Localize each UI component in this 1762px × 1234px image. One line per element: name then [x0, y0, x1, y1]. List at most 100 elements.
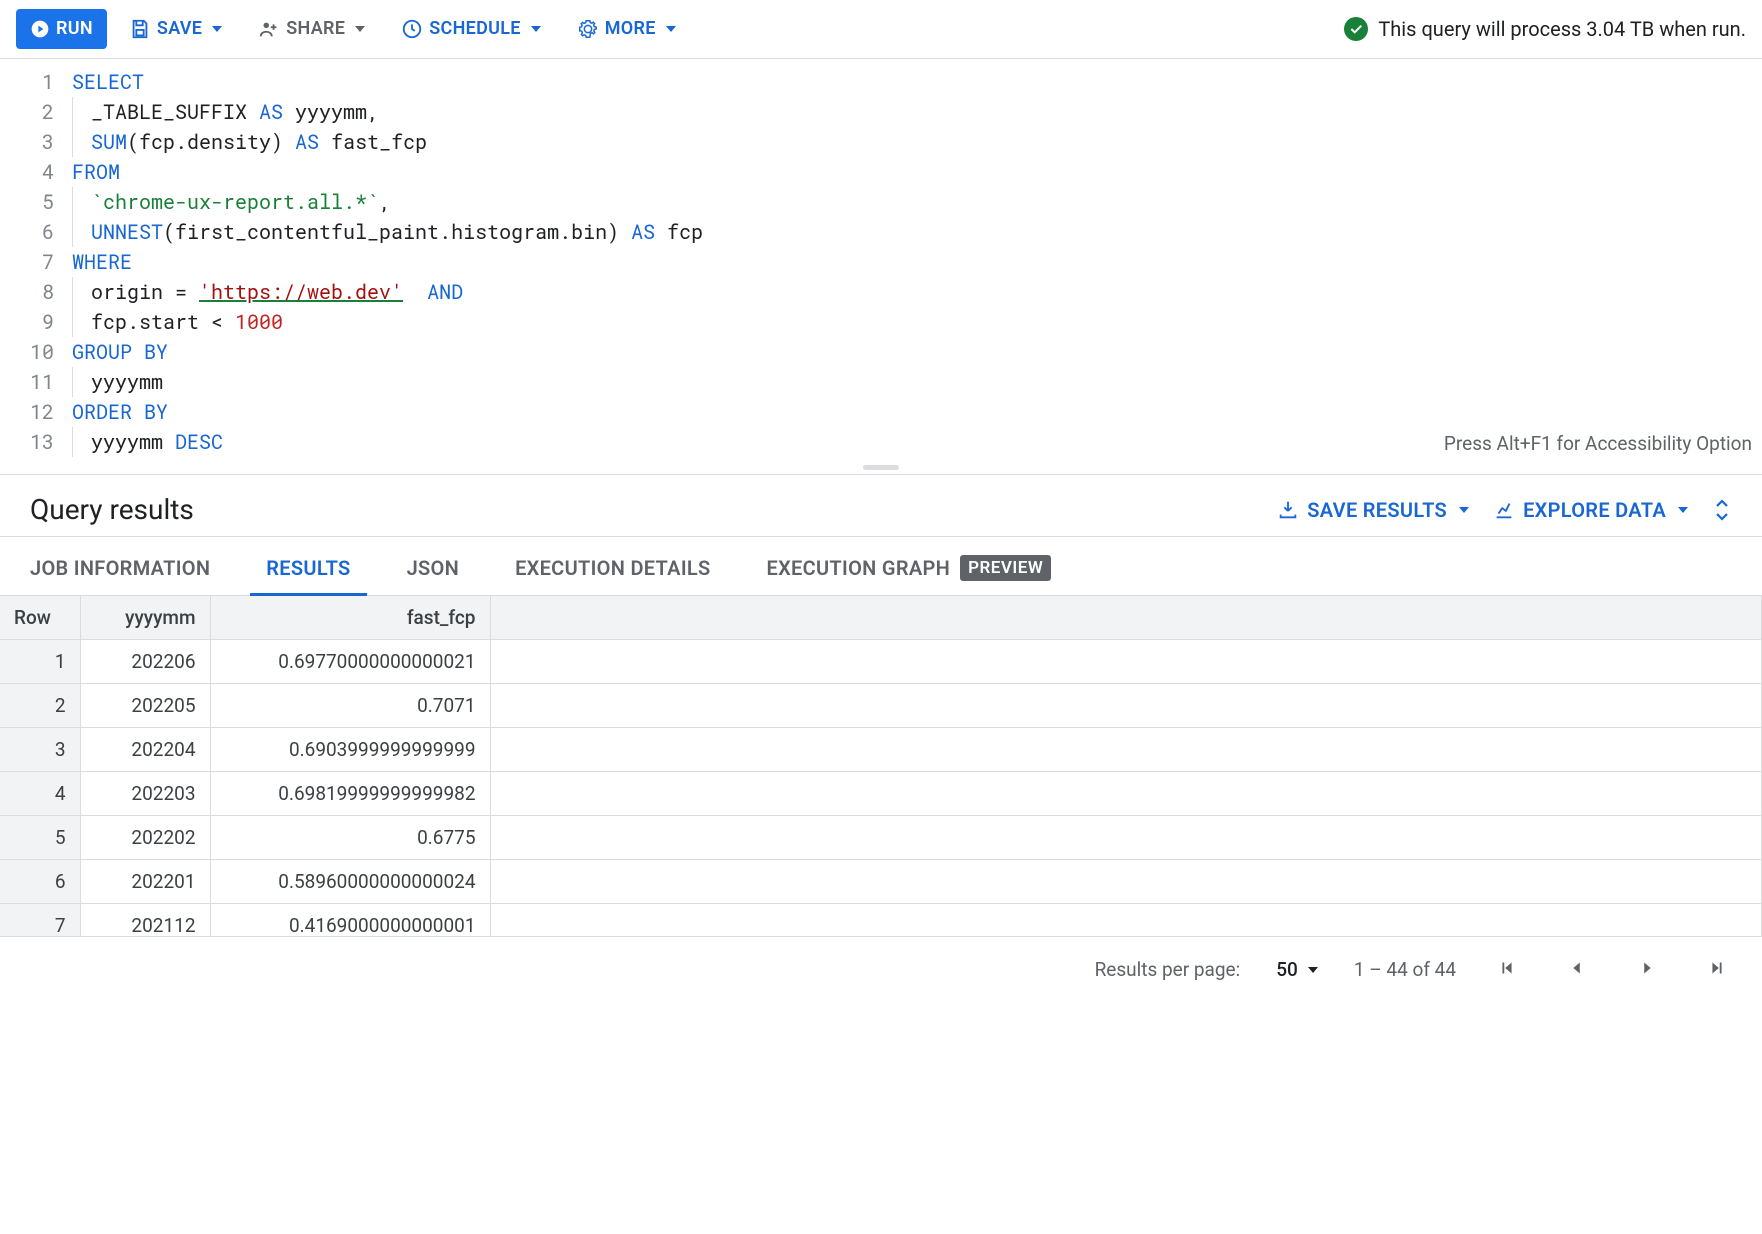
- save-label: SAVE: [157, 20, 202, 38]
- sql-editor[interactable]: 1SELECT2_TABLE_SUFFIX AS yyyymm,3SUM(fcp…: [0, 59, 1762, 461]
- play-icon: [30, 19, 50, 39]
- cell-yyyymm: 202202: [80, 816, 210, 860]
- dropdown-icon: [1308, 967, 1318, 973]
- cell-empty: [490, 684, 1762, 728]
- line-number: 7: [0, 247, 72, 277]
- line-number: 12: [0, 397, 72, 427]
- cell-yyyymm: 202206: [80, 640, 210, 684]
- explore-data-button[interactable]: EXPLORE DATA: [1493, 498, 1688, 522]
- code-content[interactable]: GROUP BY: [72, 337, 168, 367]
- cell-empty: [490, 772, 1762, 816]
- cell-row: 3: [0, 728, 80, 772]
- tab-job-information[interactable]: JOB INFORMATION: [30, 537, 210, 595]
- table-row[interactable]: 42022030.69819999999999982: [0, 772, 1762, 816]
- tab-results[interactable]: RESULTS: [266, 537, 350, 595]
- tab-execution-details[interactable]: EXECUTION DETAILS: [515, 537, 710, 595]
- cell-empty: [490, 640, 1762, 684]
- line-number: 10: [0, 337, 72, 367]
- last-page-button[interactable]: [1702, 953, 1732, 986]
- results-table-wrap[interactable]: Row yyyymm fast_fcp 12022060.69770000000…: [0, 596, 1762, 936]
- code-content[interactable]: WHERE: [72, 247, 132, 277]
- resize-handle[interactable]: [0, 461, 1762, 475]
- cell-empty: [490, 816, 1762, 860]
- editor-line[interactable]: 10GROUP BY: [0, 337, 1762, 367]
- dropdown-icon: [1459, 507, 1469, 513]
- code-content[interactable]: FROM: [72, 157, 120, 187]
- schedule-button[interactable]: SCHEDULE: [387, 8, 554, 50]
- page-size-value: 50: [1276, 958, 1298, 981]
- dropdown-icon: [355, 26, 365, 32]
- col-empty: [490, 596, 1762, 640]
- more-label: MORE: [605, 20, 656, 38]
- results-tabs: JOB INFORMATION RESULTS JSON EXECUTION D…: [0, 537, 1762, 596]
- table-row[interactable]: 12022060.69770000000000021: [0, 640, 1762, 684]
- editor-line[interactable]: 1SELECT: [0, 67, 1762, 97]
- share-button[interactable]: SHARE: [244, 8, 379, 50]
- line-number: 5: [0, 187, 72, 217]
- editor-line[interactable]: 12ORDER BY: [0, 397, 1762, 427]
- editor-line[interactable]: 6UNNEST(first_contentful_paint.histogram…: [0, 217, 1762, 247]
- editor-line[interactable]: 4FROM: [0, 157, 1762, 187]
- cell-row: 5: [0, 816, 80, 860]
- code-content[interactable]: SELECT: [72, 67, 144, 97]
- code-content[interactable]: SUM(fcp.density) AS fast_fcp: [72, 127, 427, 157]
- code-content[interactable]: fcp.start < 1000: [72, 307, 283, 337]
- accessibility-hint: Press Alt+F1 for Accessibility Option: [1444, 429, 1752, 459]
- page-size-select[interactable]: 50: [1276, 958, 1318, 981]
- first-page-button[interactable]: [1492, 953, 1522, 986]
- editor-line[interactable]: 5`chrome-ux-report.all.*`,: [0, 187, 1762, 217]
- cell-fast-fcp: 0.58960000000000024: [210, 860, 490, 904]
- save-button[interactable]: SAVE: [115, 8, 236, 50]
- cell-row: 1: [0, 640, 80, 684]
- editor-line[interactable]: 9fcp.start < 1000: [0, 307, 1762, 337]
- code-content[interactable]: yyyymm: [72, 367, 163, 397]
- table-row[interactable]: 62022010.58960000000000024: [0, 860, 1762, 904]
- tab-execution-graph[interactable]: EXECUTION GRAPH PREVIEW: [767, 537, 1052, 595]
- code-content[interactable]: UNNEST(first_contentful_paint.histogram.…: [72, 217, 703, 247]
- cell-row: 4: [0, 772, 80, 816]
- line-number: 9: [0, 307, 72, 337]
- more-button[interactable]: MORE: [563, 8, 690, 50]
- prev-page-button[interactable]: [1562, 953, 1592, 986]
- pager-label: Results per page:: [1095, 958, 1241, 981]
- tab-json[interactable]: JSON: [407, 537, 460, 595]
- line-number: 8: [0, 277, 72, 307]
- table-row[interactable]: 72021120.4169000000000001: [0, 904, 1762, 937]
- cell-row: 6: [0, 860, 80, 904]
- pager-range: 1 – 44 of 44: [1354, 958, 1456, 981]
- editor-line[interactable]: 7WHERE: [0, 247, 1762, 277]
- check-icon: [1344, 17, 1368, 41]
- share-label: SHARE: [286, 20, 345, 38]
- col-row[interactable]: Row: [0, 596, 80, 640]
- schedule-icon: [401, 18, 423, 40]
- cell-yyyymm: 202201: [80, 860, 210, 904]
- col-yyyymm[interactable]: yyyymm: [80, 596, 210, 640]
- save-results-button[interactable]: SAVE RESULTS: [1277, 498, 1469, 522]
- editor-line[interactable]: 11yyyymm: [0, 367, 1762, 397]
- code-content[interactable]: _TABLE_SUFFIX AS yyyymm,: [72, 97, 379, 127]
- code-content[interactable]: `chrome-ux-report.all.*`,: [72, 187, 391, 217]
- cell-yyyymm: 202112: [80, 904, 210, 937]
- line-number: 4: [0, 157, 72, 187]
- table-header-row: Row yyyymm fast_fcp: [0, 596, 1762, 640]
- line-number: 1: [0, 67, 72, 97]
- next-page-button[interactable]: [1632, 953, 1662, 986]
- cell-row: 2: [0, 684, 80, 728]
- editor-line[interactable]: 8origin = 'https://web.dev' AND: [0, 277, 1762, 307]
- expand-collapse-button[interactable]: [1712, 497, 1732, 523]
- code-content[interactable]: origin = 'https://web.dev' AND: [72, 277, 463, 307]
- code-content[interactable]: ORDER BY: [72, 397, 168, 427]
- results-header: Query results SAVE RESULTS EXPLORE DATA: [0, 475, 1762, 537]
- code-content[interactable]: yyyymm DESC: [72, 427, 223, 457]
- run-button[interactable]: RUN: [16, 9, 107, 49]
- table-row[interactable]: 52022020.6775: [0, 816, 1762, 860]
- cell-fast-fcp: 0.4169000000000001: [210, 904, 490, 937]
- table-row[interactable]: 32022040.6903999999999999: [0, 728, 1762, 772]
- editor-line[interactable]: 2_TABLE_SUFFIX AS yyyymm,: [0, 97, 1762, 127]
- share-icon: [258, 18, 280, 40]
- cell-fast-fcp: 0.69770000000000021: [210, 640, 490, 684]
- preview-badge: PREVIEW: [960, 555, 1051, 581]
- table-row[interactable]: 22022050.7071: [0, 684, 1762, 728]
- editor-line[interactable]: 3SUM(fcp.density) AS fast_fcp: [0, 127, 1762, 157]
- col-fast-fcp[interactable]: fast_fcp: [210, 596, 490, 640]
